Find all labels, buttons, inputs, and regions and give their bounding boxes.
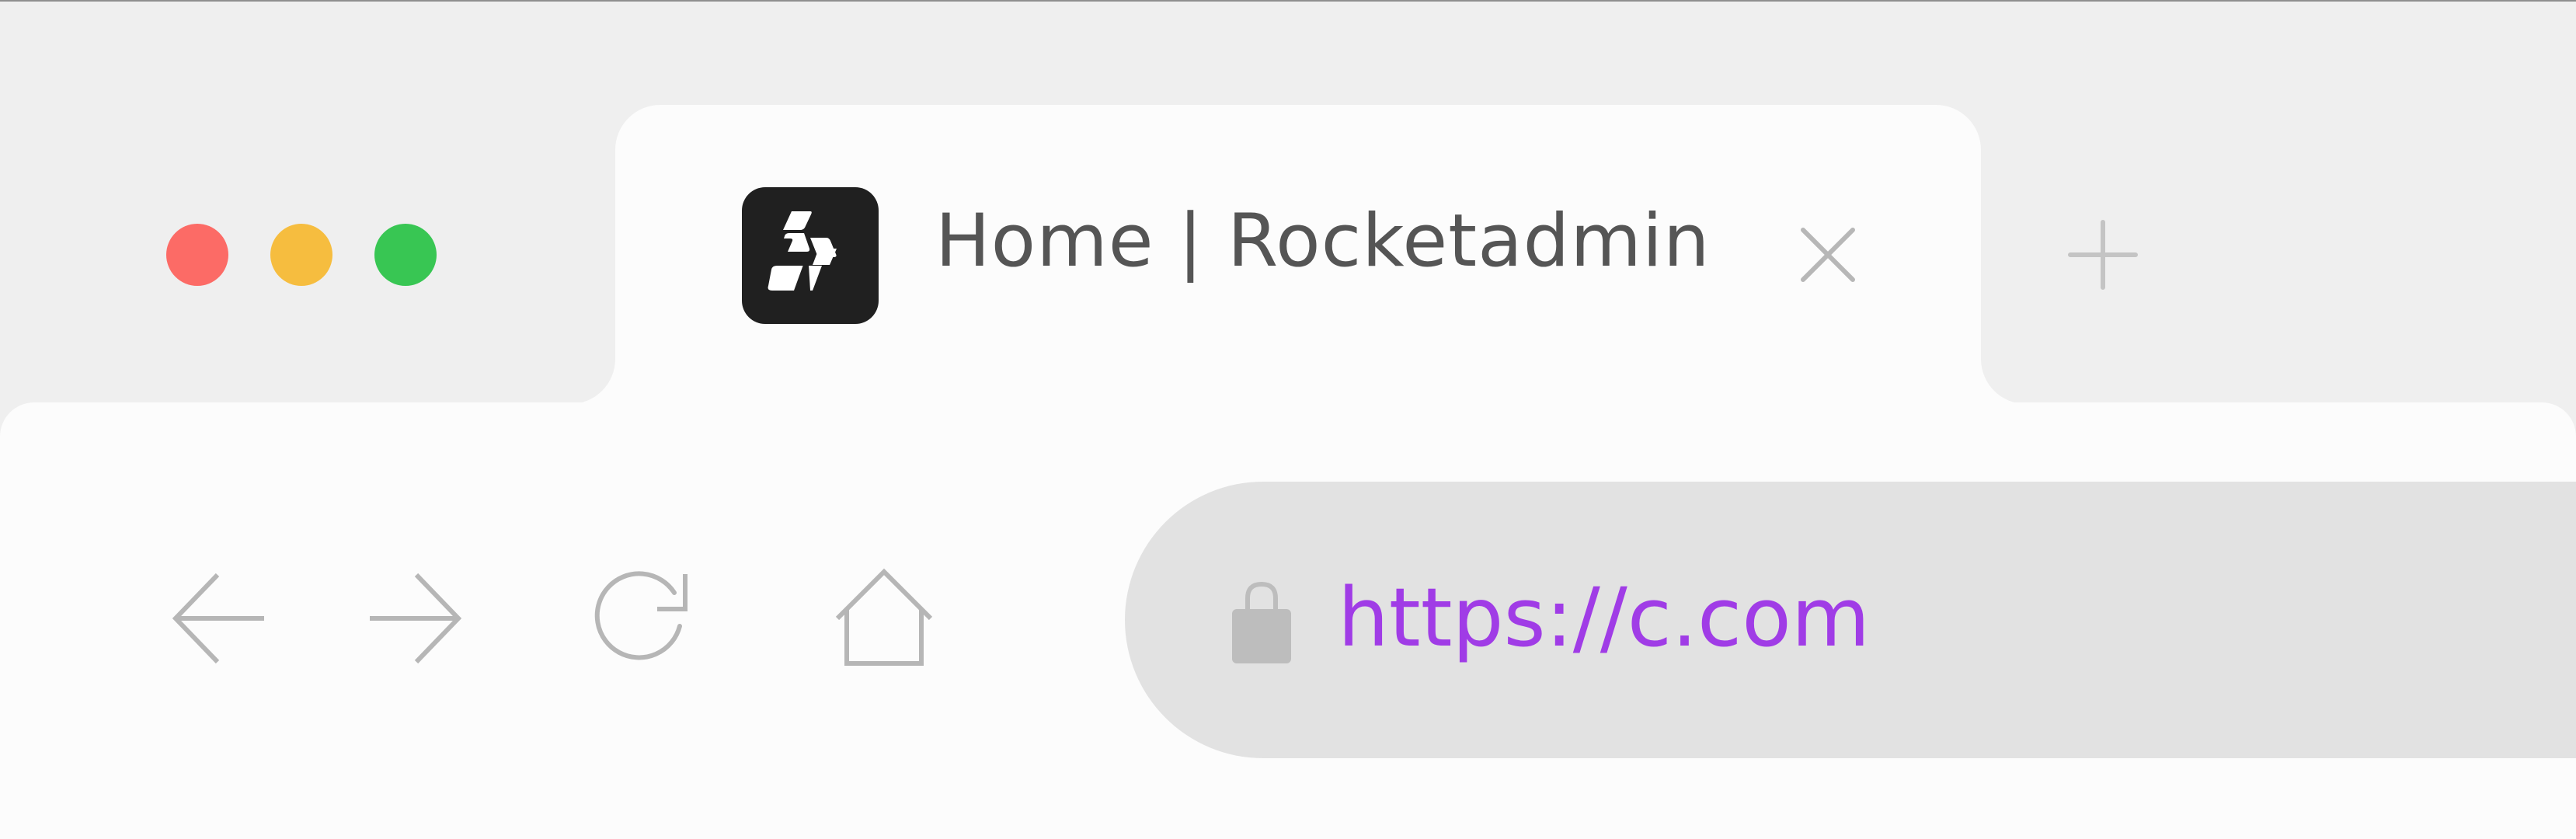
- close-icon[interactable]: [1798, 225, 1857, 284]
- arrow-left-icon[interactable]: [166, 567, 269, 670]
- url-text[interactable]: https://c.com: [1338, 567, 1870, 668]
- plus-icon[interactable]: [2067, 219, 2139, 291]
- arrow-right-icon[interactable]: [365, 567, 468, 670]
- lock-icon: [1232, 580, 1291, 663]
- tab-left-corner: [570, 356, 615, 404]
- window-minimize-button[interactable]: [270, 224, 332, 286]
- tab-title: Home | Rocketadmin: [935, 199, 1711, 284]
- window-close-button[interactable]: [166, 224, 228, 286]
- reload-icon[interactable]: [592, 567, 694, 670]
- screen-top-border: [0, 0, 2576, 2]
- rocketadmin-logo-icon: [742, 187, 879, 324]
- address-bar[interactable]: https://c.com: [1125, 482, 2576, 758]
- window-zoom-button[interactable]: [374, 224, 437, 286]
- window-controls: [166, 224, 438, 286]
- home-icon[interactable]: [833, 567, 935, 670]
- tab-right-corner: [1981, 356, 2026, 404]
